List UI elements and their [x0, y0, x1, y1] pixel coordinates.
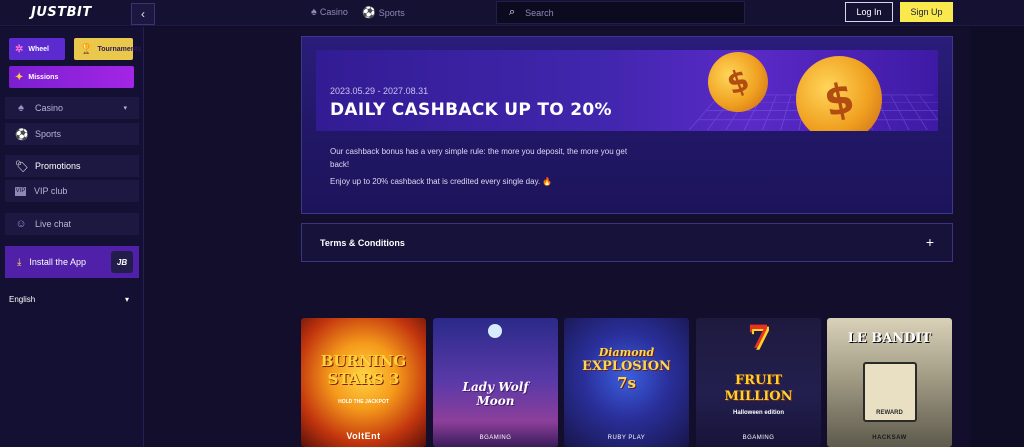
promo-dates: 2023.05.29 - 2027.08.31: [330, 86, 429, 96]
download-icon: ⤓: [17, 256, 22, 268]
sidebar-tile-missions[interactable]: ✦ Missions: [9, 66, 134, 88]
top-nav-sports-label: Sports: [378, 7, 405, 18]
language-selector[interactable]: English ▾: [9, 295, 129, 304]
game-provider: RUBY PLAY: [607, 435, 646, 441]
search-box: ⌕: [496, 1, 745, 24]
soccer-ball-icon: ⚽: [15, 128, 29, 141]
game-tagline: Halloween edition: [732, 410, 784, 416]
game-card-burning-stars-3[interactable]: BURNING STARS 3 HOLD THE JACKPOT VoltEnt: [301, 318, 426, 447]
spade-icon: ♠: [18, 102, 24, 114]
sidebar-item-live-chat-label: Live chat: [35, 219, 72, 229]
missions-icon: ✦: [15, 71, 24, 83]
search-input[interactable]: [525, 7, 706, 18]
game-provider: HACKSAW: [872, 435, 907, 441]
game-title-line: Moon: [476, 394, 515, 408]
sidebar-item-sports-label: Sports: [35, 129, 62, 139]
sidebar-item-casino[interactable]: ♠ Casino ▾: [5, 97, 139, 119]
game-provider: BGAMING: [479, 435, 512, 441]
terms-conditions-toggle[interactable]: Terms & Conditions +: [301, 223, 953, 262]
terms-conditions-label: Terms & Conditions: [320, 237, 405, 248]
chevron-left-icon: ‹: [141, 7, 145, 21]
chevron-down-icon: ▾: [124, 295, 129, 304]
sidebar-item-promotions[interactable]: 🏷 Promotions: [5, 155, 139, 177]
sidebar-item-vip-club-label: VIP club: [34, 186, 68, 196]
coin-icon: $: [787, 50, 891, 131]
game-title-line: Diamond: [598, 346, 655, 359]
promo-description-line: back!: [330, 160, 350, 169]
sidebar-tile-tournaments[interactable]: 🏆 Tournaments: [74, 38, 141, 60]
game-provider: BGAMING: [742, 435, 775, 441]
game-title-line: STARS 3: [327, 370, 400, 388]
game-title-line: MILLION: [724, 389, 793, 404]
promo-banner: $ $ 2023.05.29 - 2027.08.31 DAILY CASHBA…: [316, 50, 938, 131]
vip-icon: VIP: [15, 186, 26, 196]
sidebar-tile-missions-label: Missions: [28, 73, 59, 81]
language-label: English: [9, 295, 36, 304]
plus-icon: +: [925, 234, 934, 250]
game-title-line: 7s: [617, 374, 636, 392]
headset-icon: ☺: [15, 218, 27, 230]
game-card-lady-wolf-moon[interactable]: Lady Wolf Moon BGAMING: [433, 318, 558, 447]
game-title-line: EXPLOSION: [582, 359, 671, 374]
sidebar-tile-wheel-label: Wheel: [28, 45, 50, 53]
spade-icon: ♠: [311, 6, 317, 18]
chevron-down-icon: ▾: [123, 105, 127, 112]
game-card-fruit-million[interactable]: 7 FRUIT MILLION Halloween edition BGAMIN…: [696, 318, 821, 447]
install-app-button[interactable]: ⤓ Install the App JB: [5, 246, 139, 278]
search-icon: ⌕: [509, 6, 516, 18]
signup-button[interactable]: Sign Up: [900, 2, 953, 22]
sidebar-tile-tournaments-label: Tournaments: [97, 45, 142, 53]
sidebar-item-live-chat[interactable]: ☺ Live chat: [5, 213, 139, 235]
tag-icon: 🏷: [15, 160, 29, 173]
sidebar-item-sports[interactable]: ⚽ Sports: [5, 123, 139, 145]
login-button[interactable]: Log In: [845, 2, 893, 22]
logo[interactable]: JUSTBIT: [31, 5, 92, 20]
wheel-icon: ✲: [15, 43, 24, 55]
game-title-line: BURNING: [320, 352, 407, 370]
game-title-line: Lady Wolf: [462, 380, 529, 394]
top-nav-sports[interactable]: ⚽ Sports: [362, 6, 405, 19]
promo-description-line: Enjoy up to 20% cashback that is credite…: [330, 177, 553, 186]
sidebar-item-casino-label: Casino: [35, 103, 64, 113]
soccer-ball-icon: ⚽: [362, 7, 376, 19]
game-title-line: LE BANDIT: [847, 331, 932, 346]
install-app-label: Install the App: [29, 257, 86, 267]
sidebar: ✲ Wheel 🏆 Tournaments ✦ Missions ♠ Casin…: [0, 27, 144, 447]
sidebar-tile-wheel[interactable]: ✲ Wheel: [9, 38, 65, 60]
game-tagline: HOLD THE JACKPOT: [338, 399, 389, 405]
game-card-diamond-explosion-7s[interactable]: Diamond EXPLOSION 7s RUBY PLAY: [564, 318, 689, 447]
moon-icon: [488, 324, 502, 338]
promo-title: DAILY CASHBACK UP TO 20%: [330, 100, 612, 120]
top-bar: JUSTBIT ‹ ♠ Casino ⚽ Sports ⌕ Log In Sig…: [0, 0, 1024, 26]
sidebar-item-vip-club[interactable]: VIP VIP club: [5, 180, 139, 202]
top-nav-casino[interactable]: ♠ Casino: [311, 6, 348, 18]
app-logo-badge: JB: [111, 251, 133, 273]
sidebar-item-promotions-label: Promotions: [35, 161, 81, 171]
trophy-icon: 🏆: [80, 43, 93, 55]
right-gutter: [970, 27, 1024, 447]
game-title-line: FRUIT: [734, 373, 783, 388]
seven-icon: 7: [747, 318, 770, 356]
top-nav-casino-label: Casino: [319, 7, 348, 17]
game-card-le-bandit[interactable]: LE BANDIT REWARD HACKSAW: [827, 318, 952, 447]
game-tagline: REWARD: [876, 410, 903, 416]
game-provider: VoltEnt: [346, 431, 381, 441]
promo-description-line: Our cashback bonus has a very simple rul…: [330, 147, 628, 156]
sidebar-collapse-button[interactable]: ‹: [131, 3, 155, 25]
